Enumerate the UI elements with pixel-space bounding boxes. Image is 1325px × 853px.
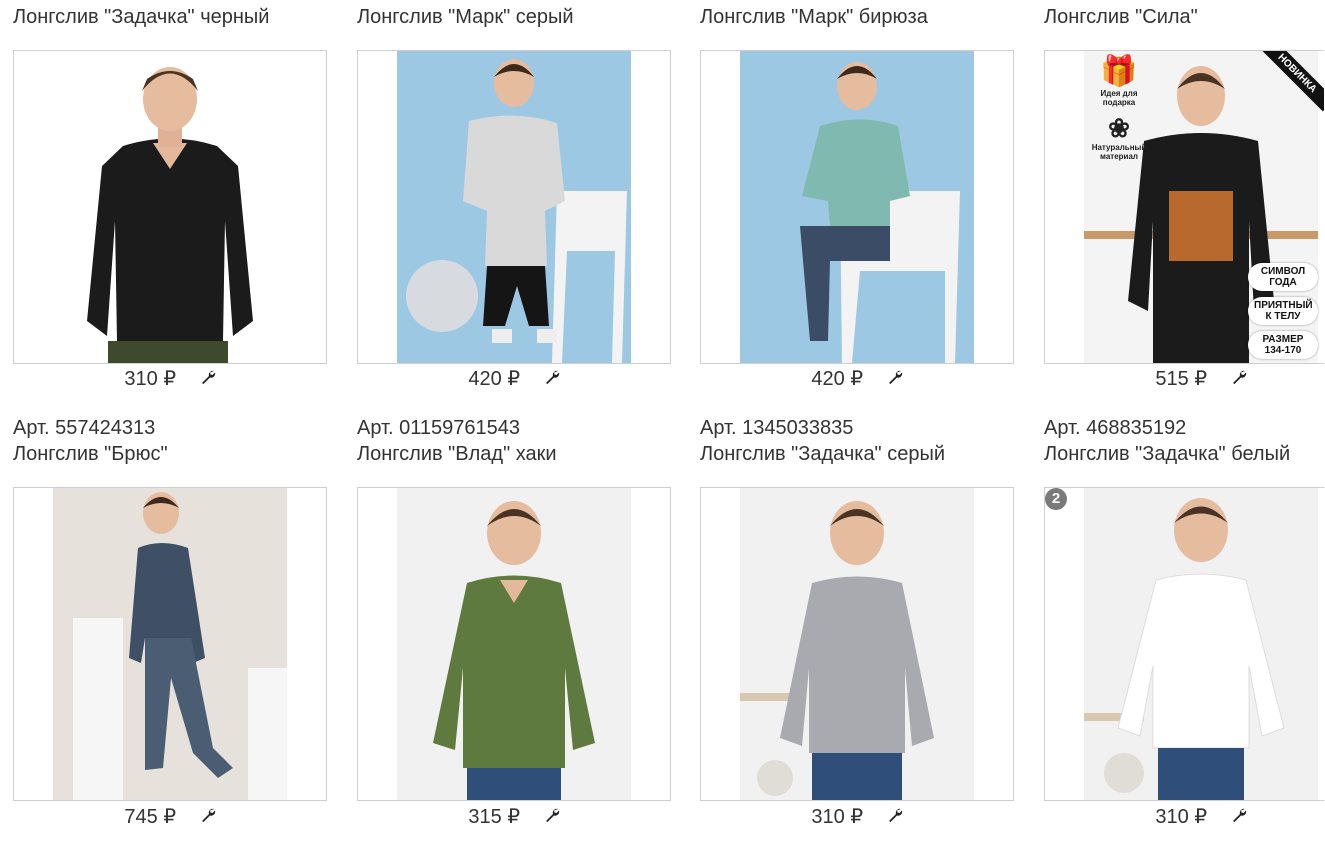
price-row: 745 ₽ — [13, 805, 327, 829]
price-row: 515 ₽ — [1044, 367, 1325, 391]
cotton-icon: ❀ — [1108, 113, 1130, 143]
wrench-icon[interactable] — [1231, 367, 1247, 391]
product-article: Арт. 01159761543 — [357, 417, 520, 439]
gift-label: Идея для подарка — [1100, 89, 1138, 107]
product-article: Арт. 557424313 — [13, 417, 156, 439]
product-title[interactable]: Лонгслив "Задачка" белый — [1044, 441, 1290, 467]
product-title[interactable]: Лонгслив "Влад" хаки — [357, 441, 557, 467]
product-price: 745 ₽ — [124, 806, 177, 828]
product-image[interactable] — [357, 50, 671, 364]
wrench-icon[interactable] — [1231, 805, 1247, 829]
price-row: 310 ₽ — [700, 805, 1014, 829]
price-row: 315 ₽ — [357, 805, 671, 829]
product-price: 310 ₽ — [124, 368, 177, 390]
product-image[interactable] — [357, 487, 671, 801]
wrench-icon[interactable] — [544, 805, 560, 829]
photo-count-badge: 2 — [1045, 488, 1067, 510]
product-photo — [53, 51, 287, 363]
product-photo — [397, 488, 631, 800]
sticker-pill: СИМВОЛ ГОДА — [1248, 263, 1318, 291]
price-row: 310 ₽ — [13, 367, 327, 391]
product-price: 515 ₽ — [1155, 368, 1208, 390]
price-row: 420 ₽ — [357, 367, 671, 391]
product-image[interactable] — [700, 487, 1014, 801]
product-article: Арт. 468835192 — [1044, 417, 1187, 439]
gift-sticker: 🎁 Идея для подарка ❀ Натуральный материа… — [1091, 55, 1147, 161]
sticker-pill: РАЗМЕР 134-170 — [1248, 331, 1318, 359]
product-image[interactable]: 🎁 Идея для подарка ❀ Натуральный материа… — [1044, 50, 1324, 364]
product-price: 310 ₽ — [1155, 806, 1208, 828]
product-article: Арт. 1345033835 — [700, 417, 854, 439]
product-title[interactable]: Лонгслив "Марк" бирюза — [700, 4, 928, 30]
product-image[interactable] — [13, 487, 327, 801]
sticker-pill: ПРИЯТНЫЙ К ТЕЛУ — [1248, 297, 1318, 325]
natural-label: Натуральный материал — [1091, 143, 1147, 161]
product-price: 315 ₽ — [468, 806, 521, 828]
price-row: 310 ₽ — [1044, 805, 1325, 829]
wrench-icon[interactable] — [200, 805, 216, 829]
sticker-pills: СИМВОЛ ГОДА ПРИЯТНЫЙ К ТЕЛУ РАЗМЕР 134-1… — [1248, 263, 1318, 363]
product-image[interactable]: 2 — [1044, 487, 1324, 801]
product-photo — [1084, 488, 1318, 800]
product-title[interactable]: Лонгслив "Марк" серый — [357, 4, 574, 30]
wrench-icon[interactable] — [544, 367, 560, 391]
wrench-icon[interactable] — [887, 805, 903, 829]
product-photo — [740, 51, 974, 363]
product-price: 310 ₽ — [811, 806, 864, 828]
product-price: 420 ₽ — [468, 368, 521, 390]
wrench-icon[interactable] — [200, 367, 216, 391]
product-title[interactable]: Лонгслив "Задачка" черный — [13, 4, 269, 30]
product-photo — [53, 488, 287, 800]
product-image[interactable] — [13, 50, 327, 364]
wrench-icon[interactable] — [887, 367, 903, 391]
product-photo — [397, 51, 631, 363]
product-title[interactable]: Лонгслив "Задачка" серый — [700, 441, 945, 467]
product-image[interactable] — [700, 50, 1014, 364]
product-title[interactable]: Лонгслив "Сила" — [1044, 4, 1198, 30]
gift-icon: 🎁 — [1100, 55, 1138, 88]
product-photo — [740, 488, 974, 800]
product-price: 420 ₽ — [811, 368, 864, 390]
product-title[interactable]: Лонгслив "Брюс" — [13, 441, 168, 467]
price-row: 420 ₽ — [700, 367, 1014, 391]
